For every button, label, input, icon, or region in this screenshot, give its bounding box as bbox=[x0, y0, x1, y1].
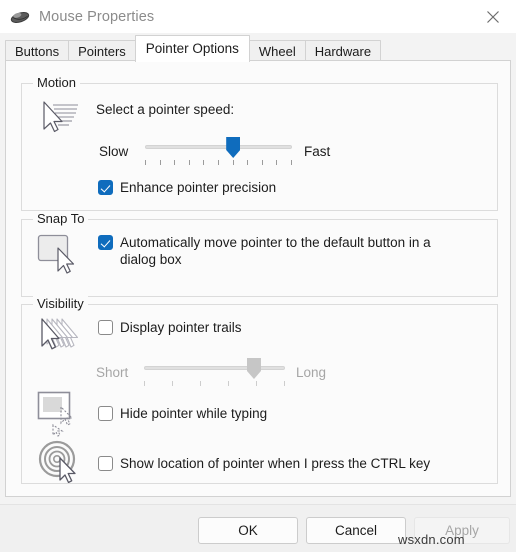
tab-wheel[interactable]: Wheel bbox=[248, 40, 306, 62]
slider-tick bbox=[228, 381, 229, 386]
show-pointer-location-label: Show location of pointer when I press th… bbox=[120, 456, 431, 471]
cancel-button[interactable]: Cancel bbox=[306, 517, 406, 544]
trails-slider-ticks bbox=[144, 381, 285, 387]
slider-tick bbox=[291, 160, 292, 165]
slider-tick bbox=[261, 160, 263, 165]
tab-pointers[interactable]: Pointers bbox=[68, 40, 136, 62]
pointer-speed-slider[interactable] bbox=[145, 137, 292, 167]
speed-slider-min-label: Slow bbox=[99, 144, 129, 159]
enhance-pointer-precision-label: Enhance pointer precision bbox=[120, 180, 277, 195]
motion-group: Motion Select a pointer speed: Slow Fast… bbox=[21, 75, 498, 211]
snap-to-group: Snap To Automatically move pointer to th… bbox=[21, 211, 498, 297]
display-pointer-trails-checkbox[interactable] bbox=[98, 320, 113, 335]
slider-tick bbox=[144, 381, 145, 386]
hide-pointer-typing-checkbox[interactable] bbox=[98, 406, 113, 421]
motion-group-label: Motion bbox=[33, 75, 81, 90]
show-pointer-location-row[interactable]: Show location of pointer when I press th… bbox=[98, 455, 430, 472]
speed-slider-thumb[interactable] bbox=[226, 137, 241, 158]
enhance-pointer-precision-row[interactable]: Enhance pointer precision bbox=[98, 179, 276, 196]
ok-button[interactable]: OK bbox=[198, 517, 298, 544]
snap-to-default-button-label: Automatically move pointer to the defaul… bbox=[120, 235, 431, 267]
hide-pointer-typing-row[interactable]: Hide pointer while typing bbox=[98, 405, 267, 422]
pointer-speed-icon bbox=[36, 99, 82, 146]
display-pointer-trails-row[interactable]: Display pointer trails bbox=[98, 319, 242, 336]
trails-slider-max-label: Long bbox=[296, 365, 327, 380]
enhance-pointer-precision-checkbox[interactable] bbox=[98, 180, 113, 195]
visibility-group: Visibility Display pointer trails Short … bbox=[21, 296, 498, 484]
speed-slider-ticks bbox=[145, 160, 292, 166]
slider-tick bbox=[172, 381, 173, 386]
slider-tick bbox=[188, 160, 190, 165]
window-title: Mouse Properties bbox=[39, 8, 155, 25]
tab-hardware[interactable]: Hardware bbox=[304, 40, 382, 62]
mouse-properties-dialog: Mouse Properties Buttons Pointers Pointe… bbox=[0, 0, 516, 552]
slider-tick bbox=[276, 160, 278, 165]
hide-pointer-typing-label: Hide pointer while typing bbox=[120, 406, 268, 421]
show-pointer-location-icon bbox=[36, 439, 84, 488]
hide-pointer-typing-icon bbox=[36, 390, 84, 443]
snap-to-group-label: Snap To bbox=[33, 211, 89, 226]
visibility-group-label: Visibility bbox=[33, 296, 88, 311]
pointer-trails-slider[interactable] bbox=[144, 358, 285, 388]
title-bar: Mouse Properties bbox=[0, 0, 516, 33]
slider-tick bbox=[200, 381, 201, 386]
tab-pointer-options[interactable]: Pointer Options bbox=[134, 35, 250, 62]
slider-tick bbox=[159, 160, 161, 165]
trails-slider-track[interactable] bbox=[144, 366, 285, 370]
snap-to-button-icon bbox=[36, 233, 82, 282]
slider-tick bbox=[284, 381, 285, 386]
speed-slider-track[interactable] bbox=[145, 145, 292, 149]
speed-slider-max-label: Fast bbox=[304, 144, 331, 159]
tab-buttons[interactable]: Buttons bbox=[5, 40, 70, 62]
pointer-speed-caption: Select a pointer speed: bbox=[96, 102, 235, 117]
slider-tick bbox=[247, 160, 249, 165]
pointer-trails-icon bbox=[36, 316, 84, 363]
trails-slider-min-label: Short bbox=[96, 365, 129, 380]
close-icon[interactable] bbox=[470, 0, 516, 33]
mouse-icon bbox=[9, 6, 31, 28]
slider-tick bbox=[174, 160, 176, 165]
slider-tick bbox=[218, 160, 219, 165]
watermark: wsxdn.com bbox=[398, 532, 465, 547]
slider-tick bbox=[232, 160, 234, 165]
tab-strip: Buttons Pointers Pointer Options Wheel H… bbox=[0, 33, 516, 62]
trails-slider-thumb[interactable] bbox=[246, 358, 261, 379]
pointer-options-panel: Motion Select a pointer speed: Slow Fast… bbox=[5, 60, 511, 497]
slider-tick bbox=[256, 381, 257, 386]
snap-to-default-button-row[interactable]: Automatically move pointer to the defaul… bbox=[98, 234, 478, 268]
show-pointer-location-checkbox[interactable] bbox=[98, 456, 113, 471]
slider-tick bbox=[145, 160, 146, 165]
display-pointer-trails-label: Display pointer trails bbox=[120, 320, 242, 335]
snap-to-default-button-checkbox[interactable] bbox=[98, 235, 113, 250]
slider-tick bbox=[203, 160, 205, 165]
